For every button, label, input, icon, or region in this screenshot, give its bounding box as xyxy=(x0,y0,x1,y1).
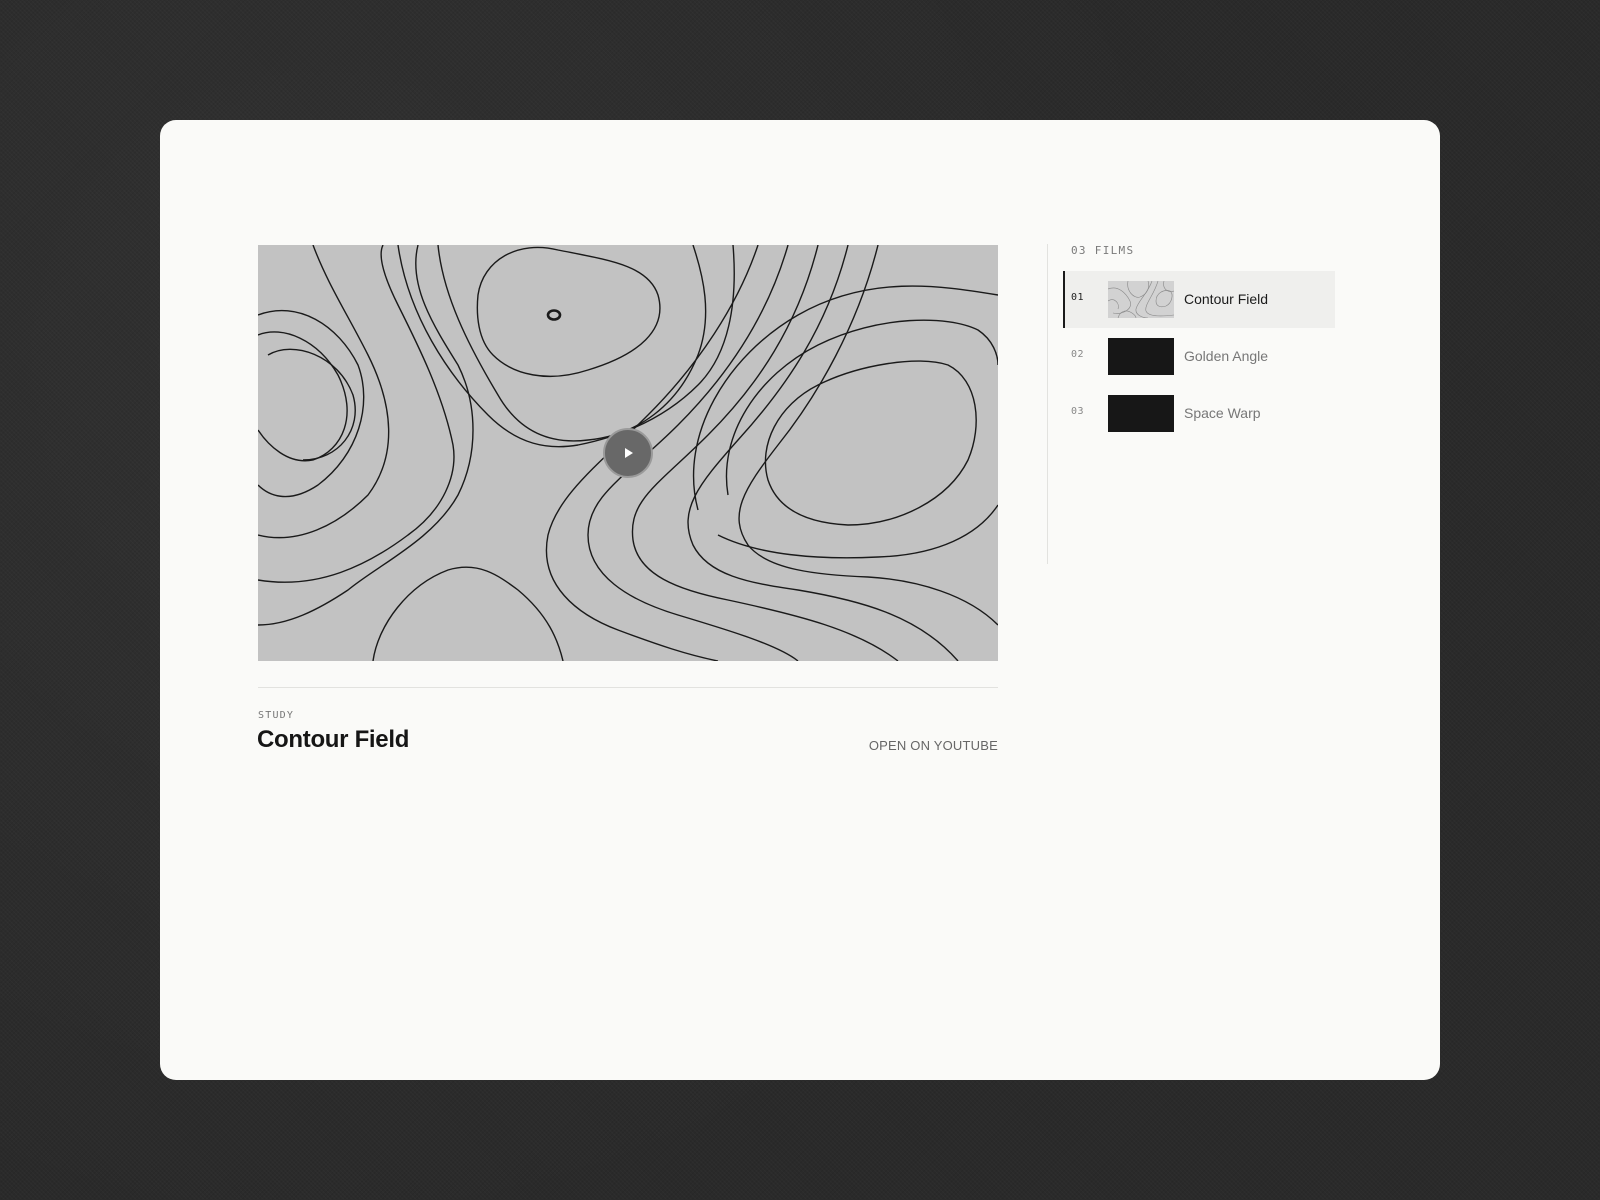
playlist-item-contour-field[interactable]: 01 Contour Field xyxy=(1063,271,1335,328)
player-card: STUDY Contour Field OPEN ON YOUTUBE 03 F… xyxy=(160,120,1440,1080)
playlist-item-golden-angle[interactable]: 02 Golden Angle xyxy=(1063,328,1335,385)
play-button[interactable] xyxy=(603,428,653,478)
playlist-header: 03 FILMS xyxy=(1071,244,1135,257)
player-divider xyxy=(258,687,998,688)
open-on-youtube-link[interactable]: OPEN ON YOUTUBE xyxy=(869,738,998,753)
play-icon xyxy=(625,448,633,458)
playlist: 03 FILMS 01 Contour Field 02 Golden Angl… xyxy=(1047,244,1348,564)
playlist-item-number: 01 xyxy=(1071,292,1085,303)
playlist-item-label: Space Warp xyxy=(1184,405,1261,421)
playlist-item-thumbnail xyxy=(1108,338,1174,375)
playlist-item-number: 03 xyxy=(1071,406,1085,417)
playlist-item-thumbnail xyxy=(1108,281,1174,318)
playlist-item-thumbnail xyxy=(1108,395,1174,432)
video-player[interactable] xyxy=(258,245,998,661)
playlist-item-number: 02 xyxy=(1071,349,1085,360)
playlist-item-label: Golden Angle xyxy=(1184,348,1269,364)
video-category-label: STUDY xyxy=(258,710,295,721)
video-title: Contour Field xyxy=(257,726,410,753)
playlist-item-space-warp[interactable]: 03 Space Warp xyxy=(1063,385,1335,442)
playlist-item-label: Contour Field xyxy=(1184,291,1269,307)
